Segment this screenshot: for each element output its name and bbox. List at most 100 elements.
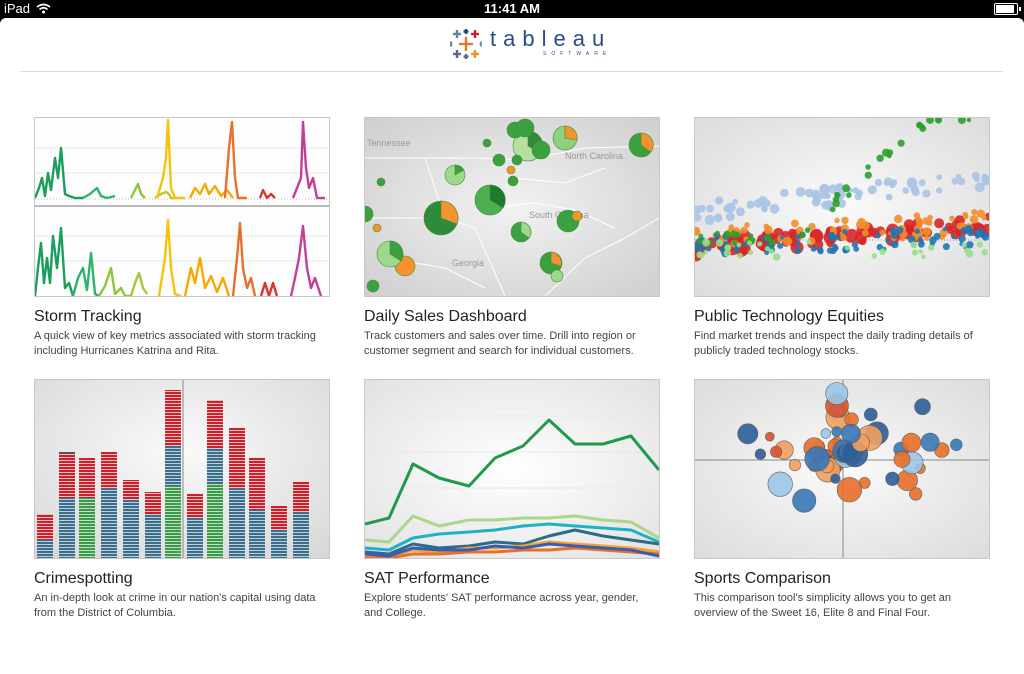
tile-public-technology-equities[interactable]: Public Technology Equities Find market t… (694, 117, 994, 359)
crime-bar-segment (59, 452, 75, 454)
equity-point (867, 185, 877, 195)
daily-sales-thumbnail[interactable]: Tennessee North Carolina South Carolina … (364, 117, 660, 297)
equity-point (934, 218, 945, 229)
crime-bar-segment (271, 506, 287, 530)
crime-bar-segment (59, 498, 75, 558)
sports-comparison-thumbnail[interactable] (694, 379, 990, 559)
crime-bar-segment (187, 518, 203, 558)
tile-sat-performance[interactable]: SAT Performance Explore students' SAT pe… (364, 379, 664, 621)
equity-point (736, 242, 742, 248)
equity-point (746, 200, 755, 209)
storm-tracking-thumbnail[interactable] (34, 117, 330, 297)
team-bubble (788, 458, 801, 472)
tile-crimespotting[interactable]: Crimespotting An in-depth look at crime … (34, 379, 334, 621)
crime-bar-segment (271, 530, 287, 558)
team-bubble (737, 423, 759, 445)
equity-point (794, 247, 802, 254)
equity-point (936, 174, 943, 180)
tile-title: Crimespotting (34, 570, 133, 587)
battery-icon (994, 3, 1021, 15)
equity-point (852, 187, 859, 194)
equity-point (699, 252, 705, 258)
team-bubble (836, 477, 862, 503)
team-bubble (765, 431, 775, 442)
equity-point (821, 200, 830, 210)
equity-point (829, 206, 836, 213)
equity-point (879, 248, 886, 255)
crime-bar-segment (165, 390, 181, 446)
equity-point (911, 188, 920, 197)
crime-bar-segment (37, 540, 53, 558)
equity-point (949, 215, 955, 222)
tableau-logo: tableau SOFTWARE (450, 28, 611, 60)
equity-point (922, 189, 931, 198)
tile-sports-comparison[interactable]: Sports Comparison This comparison tool's… (694, 379, 994, 621)
crimespotting-thumbnail[interactable] (34, 379, 330, 559)
equity-point (902, 187, 910, 194)
equity-point (834, 192, 841, 199)
equity-point (871, 253, 878, 259)
equity-point (891, 232, 899, 239)
equity-point (864, 171, 872, 179)
brand-name: tableau (490, 26, 612, 51)
equity-point (723, 230, 731, 239)
equity-point (715, 215, 722, 223)
crime-bar-segment (37, 514, 53, 540)
equity-point (844, 245, 850, 251)
equities-thumbnail[interactable] (694, 117, 990, 297)
team-bubble (920, 432, 940, 452)
tile-storm-tracking[interactable]: Storm Tracking A quick view of key metri… (34, 117, 334, 359)
equity-point (896, 226, 904, 234)
team-bubble (893, 450, 911, 468)
equity-point (927, 214, 933, 221)
equity-point (834, 217, 840, 224)
equity-point (961, 242, 967, 248)
equity-point (981, 249, 988, 256)
tile-title: SAT Performance (364, 570, 490, 587)
equity-point (805, 188, 814, 198)
tile-description: Explore students' SAT performance across… (364, 592, 639, 619)
equity-point (861, 229, 869, 237)
crime-bar-segment (229, 428, 245, 488)
equity-point (922, 227, 932, 236)
equity-point (958, 235, 966, 243)
status-bar: iPad 11:41 AM (0, 0, 1024, 18)
team-bubble (885, 471, 900, 486)
equity-point (910, 241, 918, 249)
equity-point (966, 118, 972, 123)
team-bubble (901, 432, 922, 453)
equity-point (928, 244, 935, 251)
map-label-north-carolina: North Carolina (565, 151, 623, 161)
equity-point (981, 234, 986, 239)
brand-sub: SOFTWARE (543, 51, 612, 57)
crime-bar-segment (59, 454, 75, 498)
equity-point (723, 204, 731, 213)
crime-bar-segment (165, 486, 181, 558)
equity-point (918, 240, 925, 248)
crime-bar-segment (123, 500, 139, 558)
tile-title: Daily Sales Dashboard (364, 308, 527, 325)
crime-bar-segment (229, 488, 245, 558)
equity-point (780, 188, 789, 198)
equity-point (965, 249, 974, 258)
team-bubble (767, 471, 793, 497)
equity-point (918, 179, 926, 187)
equity-point (857, 217, 866, 227)
equity-point (804, 227, 811, 233)
equity-point (769, 203, 780, 214)
equity-point (929, 236, 937, 244)
crime-bar-segment (101, 452, 117, 488)
tile-description: A quick view of key metrics associated w… (34, 330, 316, 357)
tile-daily-sales-dashboard[interactable]: Tennessee North Carolina South Carolina … (364, 117, 664, 359)
crime-bar-segment (165, 446, 181, 486)
map-label-tennessee: Tennessee (367, 138, 411, 148)
equity-point (834, 183, 843, 191)
team-bubble (792, 488, 817, 513)
equity-point (735, 207, 745, 217)
equity-point (890, 179, 898, 186)
equity-point (779, 235, 784, 240)
tile-description: An in-depth look at crime in our nation'… (34, 592, 316, 619)
equity-point (914, 228, 920, 234)
sat-performance-thumbnail[interactable] (364, 379, 660, 559)
equity-point (911, 249, 919, 256)
